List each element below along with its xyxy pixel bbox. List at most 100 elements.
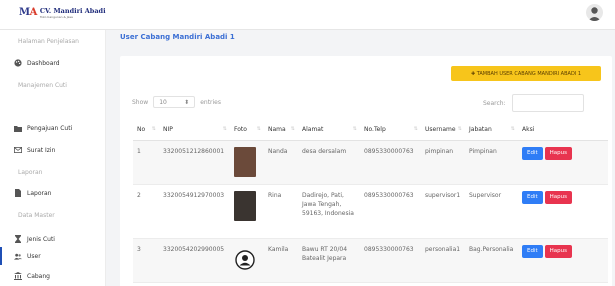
sidebar-item-label: Surat Izin xyxy=(27,146,56,154)
sidebar-heading-laporan: Laporan xyxy=(18,168,43,176)
sidebar-item-label: Pengajuan Cuti xyxy=(27,124,73,132)
mail-icon xyxy=(14,146,22,154)
sidebar-item-label: Laporan xyxy=(27,189,52,197)
add-user-button[interactable]: ✚ TAMBAH USER CABANG MANDIRI ABADI 1 xyxy=(451,66,601,81)
cell-telp: 0895330000763 xyxy=(360,238,421,283)
cell-foto xyxy=(230,238,264,283)
column-header-aksi[interactable]: Aksi xyxy=(518,120,608,141)
cell-nama: Rina xyxy=(264,184,298,239)
sort-icon: ⇅ xyxy=(413,126,418,132)
edit-button[interactable]: Edit xyxy=(522,146,543,160)
sort-icon: ⇅ xyxy=(256,126,261,132)
palette-icon xyxy=(14,59,22,67)
page-length-value: 10 xyxy=(159,98,167,106)
column-header-nip[interactable]: NIP ⇅ xyxy=(159,120,230,141)
column-header-username[interactable]: Username ⇅ xyxy=(421,120,465,141)
logo-mark: MA xyxy=(19,7,37,18)
brand-logo[interactable]: MA CV. Mandiri Abadi Toko bangunan & Jas… xyxy=(19,7,106,19)
page-length-select[interactable]: 10 ⬍ xyxy=(153,96,196,108)
folder-icon xyxy=(14,124,22,132)
cell-username: supervisor1 xyxy=(421,184,465,239)
cell-nama: Kamila xyxy=(264,238,298,283)
column-header-jabatan[interactable]: Jabatan ⇅ xyxy=(465,120,518,141)
sidebar-item-cabang[interactable]: Cabang xyxy=(0,267,106,285)
sidebar-item-label: Cabang xyxy=(27,272,50,280)
cell-no: 2 xyxy=(133,184,159,239)
cell-jabatan: Bag.Personalia xyxy=(465,238,518,283)
column-header-foto[interactable]: Foto ⇅ xyxy=(230,120,264,141)
sort-icon: ⇅ xyxy=(352,126,357,132)
delete-button[interactable]: Hapus xyxy=(544,190,573,204)
cell-no: 1 xyxy=(133,140,159,185)
sidebar-item-dashboard[interactable]: Dashboard xyxy=(0,54,106,72)
cell-alamat: desa dersalam xyxy=(298,140,360,185)
cell-alamat: Bawu RT 20/04 Batealit Jepara xyxy=(298,238,360,283)
cell-username: personalia1 xyxy=(421,238,465,283)
edit-button[interactable]: Edit xyxy=(522,244,543,258)
column-header-nama[interactable]: Nama ⇅ xyxy=(264,120,298,141)
cell-alamat: Dadirejo, Pati, Jawa Tengah, 59163, Indo… xyxy=(298,184,360,239)
search-label: Search: xyxy=(483,99,506,107)
delete-button[interactable]: Hapus xyxy=(544,244,573,258)
sort-arrows-icon: ⬍ xyxy=(184,98,190,106)
cell-aksi: Edit Hapus xyxy=(518,238,608,283)
sort-icon: ⇅ xyxy=(457,126,462,132)
hourglass-icon xyxy=(14,235,22,243)
user-placeholder-icon xyxy=(234,245,256,275)
user-table-card: ✚ TAMBAH USER CABANG MANDIRI ABADI 1 Sho… xyxy=(120,56,612,286)
sort-icon: ⇅ xyxy=(151,126,156,132)
cell-jabatan: Pimpinan xyxy=(465,140,518,185)
cell-foto xyxy=(230,184,264,239)
column-header-no[interactable]: No ⇅ xyxy=(133,120,159,141)
sidebar-item-jenis-cuti[interactable]: Jenis Cuti xyxy=(0,230,106,248)
edit-button[interactable]: Edit xyxy=(522,190,543,204)
cell-aksi: Edit Hapus xyxy=(518,184,608,239)
sidebar: Halaman Penjelasan Dashboard Manajemen C… xyxy=(0,30,106,286)
table-row: 2 3320054912970003 Rina Dadirejo, Pati, … xyxy=(133,184,608,239)
delete-button[interactable]: Hapus xyxy=(544,146,573,160)
search-control: Search: xyxy=(483,94,584,112)
sidebar-item-surat-izin[interactable]: Surat Izin xyxy=(0,141,106,159)
sidebar-item-pengajuan-cuti[interactable]: Pengajuan Cuti xyxy=(0,119,106,137)
sidebar-heading-manajemen-cuti: Manajemen Cuti xyxy=(18,81,67,89)
table-row: 1 3320051212860001 Nanda desa dersalam 0… xyxy=(133,140,608,185)
top-navbar: MA CV. Mandiri Abadi Toko bangunan & Jas… xyxy=(0,0,615,30)
column-header-telp[interactable]: No.Telp ⇅ xyxy=(360,120,421,141)
user-table: No ⇅ NIP ⇅ Foto ⇅ Nama ⇅ Alamat ⇅ No.Telp ⇅ Us… xyxy=(133,120,608,283)
sidebar-heading-data-master: Data Master xyxy=(18,211,55,219)
sidebar-item-laporan[interactable]: Laporan xyxy=(0,184,106,202)
bank-icon xyxy=(14,272,22,280)
sidebar-heading-penjelasan: Halaman Penjelasan xyxy=(18,37,79,45)
table-row: 3 3320054202990005 Kamila Bawu RT 20/04 … xyxy=(133,238,608,283)
file-icon xyxy=(14,189,22,197)
search-input[interactable] xyxy=(511,94,584,112)
brand-name: CV. Mandiri Abadi xyxy=(39,7,106,15)
cell-nip: 3320051212860001 xyxy=(159,140,230,185)
user-photo xyxy=(234,190,256,221)
cell-nip: 3320054912970003 xyxy=(159,184,230,239)
main-content: User Cabang Mandiri Abadi 1 ✚ TAMBAH USE… xyxy=(106,30,615,286)
page-title: User Cabang Mandiri Abadi 1 xyxy=(120,33,235,41)
cell-aksi: Edit Hapus xyxy=(518,140,608,185)
sidebar-item-user[interactable]: User xyxy=(0,247,106,265)
brand-tagline: Toko bangunan & Jasa xyxy=(39,15,73,19)
cell-username: pimpinan xyxy=(421,140,465,185)
users-icon xyxy=(14,252,22,260)
sort-icon: ⇅ xyxy=(510,126,515,132)
cell-nama: Nanda xyxy=(264,140,298,185)
sort-icon: ⇅ xyxy=(222,126,227,132)
sidebar-item-label: Dashboard xyxy=(27,59,60,67)
cell-telp: 0895330000763 xyxy=(360,140,421,185)
column-header-alamat[interactable]: Alamat ⇅ xyxy=(298,120,360,141)
entries-label: entries xyxy=(200,98,222,106)
cell-no: 3 xyxy=(133,238,159,283)
sort-icon: ⇅ xyxy=(290,126,295,132)
cell-telp: 0895330000763 xyxy=(360,184,421,239)
cell-jabatan: Supervisor xyxy=(465,184,518,239)
user-avatar[interactable] xyxy=(586,4,603,21)
cell-foto xyxy=(230,140,264,185)
table-header-row: No ⇅ NIP ⇅ Foto ⇅ Nama ⇅ Alamat ⇅ No.Telp ⇅ Us… xyxy=(133,120,608,141)
active-indicator xyxy=(0,247,2,265)
sidebar-item-label: User xyxy=(27,252,41,260)
show-label: Show xyxy=(132,98,149,106)
